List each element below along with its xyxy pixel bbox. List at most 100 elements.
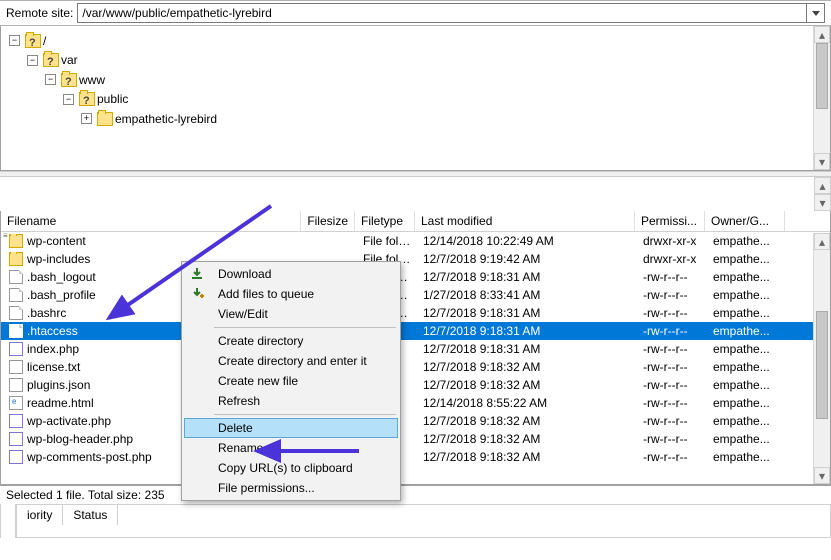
ctx-delete[interactable]: Delete — [184, 418, 398, 438]
col-filetype[interactable]: Filetype — [355, 211, 415, 231]
collapse-icon[interactable]: − — [45, 74, 56, 85]
tree-node-var[interactable]: − var — [25, 51, 80, 69]
col-owner[interactable]: Owner/G... — [705, 211, 785, 231]
file-modified: 12/7/2018 9:18:32 AM — [417, 360, 637, 374]
footer-pane: iority Status — [0, 504, 831, 538]
ctx-download[interactable]: Download — [184, 264, 398, 284]
file-icon — [9, 324, 23, 338]
tree-label: var — [61, 51, 78, 69]
file-header-row: Filename Filesize Filetype Last modified… — [1, 211, 830, 232]
file-owner: empathe... — [707, 378, 787, 392]
tab-status[interactable]: Status — [63, 505, 118, 525]
file-modified: 12/14/2018 8:55:22 AM — [417, 396, 637, 410]
file-owner: empathe... — [707, 234, 787, 248]
file-permissions: -rw-r--r-- — [637, 306, 707, 320]
col-lastmodified[interactable]: Last modified — [415, 211, 635, 231]
file-modified: 12/7/2018 9:18:31 AM — [417, 306, 637, 320]
remote-path-input[interactable] — [77, 3, 807, 23]
file-permissions: -rw-r--r-- — [637, 270, 707, 284]
ctx-create-directory-enter[interactable]: Create directory and enter it — [184, 351, 398, 371]
col-filename[interactable]: Filename — [1, 211, 301, 231]
file-icon — [9, 342, 23, 356]
tree-node-www[interactable]: − www — [43, 71, 107, 89]
footer-tabs: iority Status — [16, 504, 831, 538]
file-permissions: -rw-r--r-- — [637, 396, 707, 410]
file-permissions: drwxr-xr-x — [637, 234, 707, 248]
remote-tree[interactable]: − / − var − www — [3, 30, 828, 128]
file-name: .bash_profile — [27, 288, 96, 302]
ctx-refresh[interactable]: Refresh — [184, 391, 398, 411]
filelist-vscrollbar[interactable]: ▴ ▾ — [813, 233, 830, 484]
file-name: wp-activate.php — [27, 414, 111, 428]
file-name: wp-content — [27, 234, 86, 248]
file-icon — [9, 234, 23, 248]
file-permissions: -rw-r--r-- — [637, 288, 707, 302]
tree-node-root[interactable]: − / — [7, 32, 48, 50]
file-row[interactable]: readme.html 12/14/2018 8:55:22 AM-rw-r--r… — [1, 394, 830, 412]
ctx-file-permissions[interactable]: File permissions... — [184, 478, 398, 498]
file-icon — [9, 396, 23, 410]
file-row[interactable]: .bash_profile193BASH_P...1/27/2018 8:33:… — [1, 286, 830, 304]
context-menu: Download Add files to queue View/Edit Cr… — [181, 261, 401, 501]
scroll-up-icon[interactable]: ▴ — [814, 233, 830, 250]
file-icon — [9, 414, 23, 428]
tab-priority[interactable]: iority — [17, 505, 63, 525]
expand-icon[interactable]: + — [81, 113, 92, 124]
file-row[interactable]: wp-contentFile folder12/14/2018 10:22:49… — [1, 232, 830, 250]
tree-label: / — [43, 32, 46, 50]
tree-vscrollbar[interactable]: ▴ ▾ — [813, 26, 830, 170]
file-icon — [9, 288, 23, 302]
file-row[interactable]: index.php12/7/2018 9:18:31 AM-rw-r--r--e… — [1, 340, 830, 358]
file-owner: empathe... — [707, 414, 787, 428]
download-icon — [189, 266, 205, 282]
remote-path-dropdown[interactable] — [807, 3, 825, 23]
collapse-icon[interactable]: − — [27, 55, 38, 66]
remote-tree-pane: − / − var − www — [0, 26, 831, 171]
ctx-view-edit[interactable]: View/Edit — [184, 304, 398, 324]
file-owner: empathe... — [707, 396, 787, 410]
col-permissions[interactable]: Permissi... — [635, 211, 705, 231]
scroll-down-icon[interactable]: ▾ — [814, 194, 831, 211]
file-owner: empathe... — [707, 306, 787, 320]
file-row[interactable]: wp-blog-header.php12/7/2018 9:18:32 AM-r… — [1, 430, 830, 448]
tree-node-public[interactable]: − public — [61, 90, 130, 108]
file-modified: 12/7/2018 9:18:31 AM — [417, 324, 637, 338]
ctx-copy-url[interactable]: Copy URL(s) to clipboard — [184, 458, 398, 478]
file-icon — [9, 270, 23, 284]
file-permissions: -rw-r--r-- — [637, 414, 707, 428]
file-row[interactable]: .bashrc231BASHRC...12/7/2018 9:18:31 AM-… — [1, 304, 830, 322]
file-owner: empathe... — [707, 432, 787, 446]
scroll-down-icon[interactable]: ▾ — [814, 153, 830, 170]
file-row[interactable]: wp-comments-post.php12/7/2018 9:18:32 AM… — [1, 448, 830, 466]
status-bar: Selected 1 file. Total size: 235 — [0, 485, 831, 504]
file-modified: 12/7/2018 9:18:32 AM — [417, 378, 637, 392]
file-row[interactable]: .bash_logout18BASH_L...12/7/2018 9:18:31… — [1, 268, 830, 286]
file-permissions: -rw-r--r-- — [637, 360, 707, 374]
file-row[interactable]: .htaccess...12/7/2018 9:18:31 AM-rw-r--r… — [1, 322, 830, 340]
file-name: .bashrc — [27, 306, 66, 320]
ctx-create-directory[interactable]: Create directory — [184, 331, 398, 351]
scroll-up-icon[interactable]: ▴ — [814, 177, 831, 194]
file-name: readme.html — [27, 396, 94, 410]
file-name: wp-blog-header.php — [27, 432, 133, 446]
ctx-add-to-queue[interactable]: Add files to queue — [184, 284, 398, 304]
file-modified: 12/7/2018 9:18:32 AM — [417, 450, 637, 464]
tree-node-leaf[interactable]: + empathetic-lyrebird — [79, 110, 219, 128]
file-permissions: drwxr-xr-x — [637, 252, 707, 266]
file-row[interactable]: plugins.json12/7/2018 9:18:32 AM-rw-r--r… — [1, 376, 830, 394]
collapse-icon[interactable]: − — [9, 35, 20, 46]
file-row[interactable]: license.txt 12/7/2018 9:18:32 AM-rw-r--r-… — [1, 358, 830, 376]
file-row[interactable]: wp-activate.php12/7/2018 9:18:32 AM-rw-r… — [1, 412, 830, 430]
file-list-body[interactable]: wp-contentFile folder12/14/2018 10:22:49… — [1, 232, 830, 484]
file-name: license.txt — [27, 360, 80, 374]
ctx-separator — [214, 414, 396, 415]
file-type: File folder — [357, 234, 417, 248]
ctx-rename[interactable]: Rename — [184, 438, 398, 458]
file-permissions: -rw-r--r-- — [637, 432, 707, 446]
scroll-down-icon[interactable]: ▾ — [814, 467, 830, 484]
col-filesize[interactable]: Filesize — [301, 211, 355, 231]
scroll-up-icon[interactable]: ▴ — [814, 26, 830, 43]
file-row[interactable]: wp-includesFile folder12/7/2018 9:19:42 … — [1, 250, 830, 268]
ctx-create-new-file[interactable]: Create new file — [184, 371, 398, 391]
collapse-icon[interactable]: − — [63, 94, 74, 105]
